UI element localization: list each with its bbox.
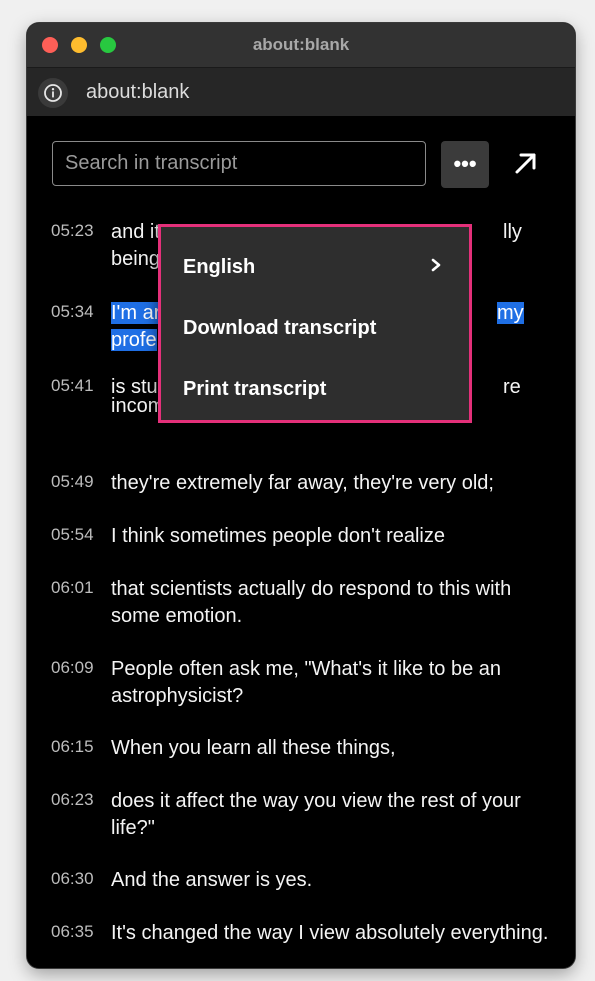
transcript-text: When you learn all these things,: [111, 737, 396, 759]
arrow-up-right-icon: [515, 153, 536, 174]
timestamp[interactable]: 05:23: [51, 221, 94, 241]
timestamp[interactable]: 06:23: [51, 790, 94, 810]
site-info-button[interactable]: [38, 78, 68, 108]
url-text[interactable]: about:blank: [86, 81, 189, 104]
address-bar: about:blank: [27, 68, 575, 116]
transcript-text: that scientists actually do respond to t…: [111, 578, 512, 627]
timestamp[interactable]: 05:34: [51, 302, 94, 322]
timestamp[interactable]: 06:30: [51, 869, 94, 889]
more-options-button[interactable]: •••: [441, 141, 489, 188]
window-title: about:blank: [252, 35, 350, 54]
transcript-text: And the answer is yes.: [111, 869, 313, 891]
search-input[interactable]: [52, 141, 426, 186]
menu-item-label: Print transcript: [183, 378, 327, 400]
transcript-text: It's changed the way I view absolutely e…: [111, 922, 549, 944]
highlighted-text: I'm ar: [111, 302, 161, 324]
title-bar: about:blank: [27, 23, 575, 68]
browser-window: about:blank about:blank ••• 05:23 and it: [27, 23, 575, 968]
menu-item-label: Download transcript: [183, 317, 377, 339]
more-options-menu: English Download transcript Print transc…: [158, 224, 472, 423]
info-icon: [44, 84, 62, 102]
menu-item-download-transcript[interactable]: Download transcript: [183, 307, 447, 347]
menu-item-language[interactable]: English: [183, 246, 447, 286]
chevron-right-icon: [431, 258, 441, 272]
transcript-text: they're extremely far away, they're very…: [111, 472, 494, 494]
timestamp[interactable]: 06:15: [51, 737, 94, 757]
timestamp[interactable]: 06:35: [51, 922, 94, 942]
timestamp[interactable]: 06:09: [51, 658, 94, 678]
transcript-text: lly: [503, 221, 522, 243]
timestamp[interactable]: 05:49: [51, 472, 94, 492]
transcript-text: I think sometimes people don't realize: [111, 525, 445, 547]
timestamp[interactable]: 06:01: [51, 578, 94, 598]
transcript-panel: ••• 05:23 and it lly being 05:34 I'm ar …: [27, 116, 575, 968]
highlighted-text: profe: [111, 329, 157, 351]
transcript-text: does it affect the way you view the rest…: [111, 790, 521, 839]
menu-item-label: English: [183, 256, 256, 278]
timestamp[interactable]: 05:54: [51, 525, 94, 545]
more-icon: •••: [453, 151, 477, 176]
open-external-button[interactable]: [511, 148, 541, 178]
menu-item-print-transcript[interactable]: Print transcript: [183, 368, 447, 408]
timestamp[interactable]: 05:41: [51, 376, 94, 396]
transcript-text: People often ask me, "What's it like to …: [111, 658, 502, 707]
highlighted-text: my: [497, 302, 524, 324]
